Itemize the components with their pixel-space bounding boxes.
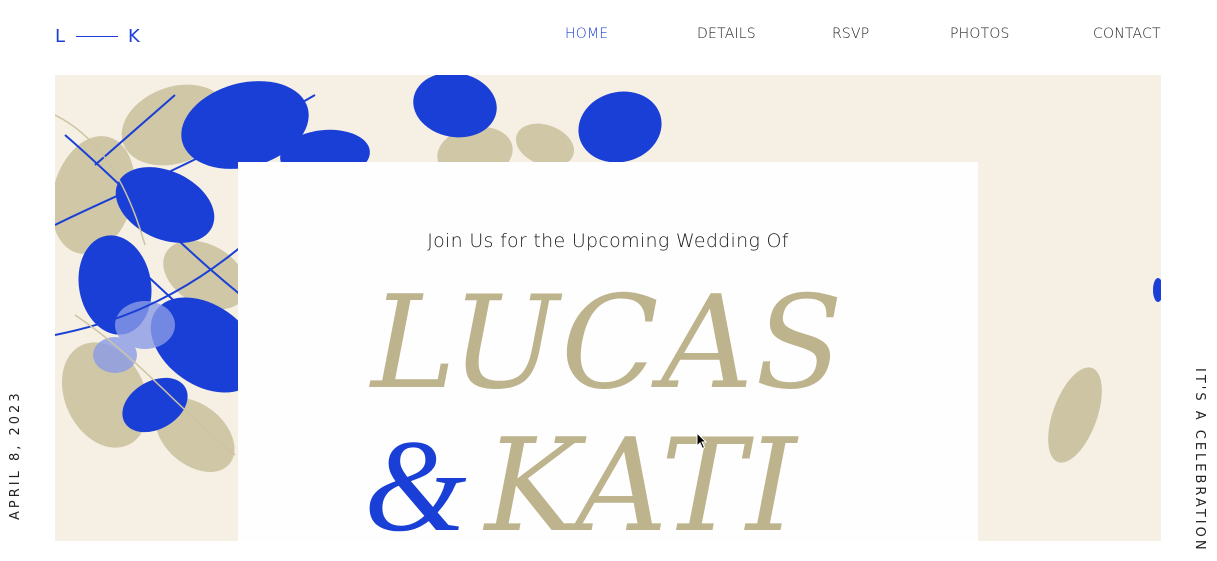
logo-initial-right: K bbox=[128, 25, 141, 47]
nav-link-rsvp[interactable]: RSVP bbox=[832, 26, 869, 42]
nav-link-details[interactable]: DETAILS bbox=[697, 26, 756, 42]
wedding-date-vertical: APRIL 8, 2023 bbox=[8, 390, 23, 520]
top-navigation-bar: L K HOME DETAILS RSVP PHOTOS CONTACT bbox=[0, 0, 1217, 75]
invitation-subtitle: Join Us for the Upcoming Wedding Of bbox=[427, 230, 789, 252]
nav-link-photos[interactable]: PHOTOS bbox=[950, 26, 1010, 42]
logo-divider-line bbox=[76, 35, 119, 37]
groom-name: LUCAS bbox=[371, 269, 845, 418]
mouse-cursor-icon bbox=[696, 432, 708, 450]
invitation-card: Join Us for the Upcoming Wedding Of LUCA… bbox=[238, 162, 978, 552]
logo-initial-left: L bbox=[55, 25, 67, 47]
nav-link-contact[interactable]: CONTACT bbox=[1093, 26, 1161, 42]
bride-name: KATI bbox=[484, 412, 797, 561]
celebration-tagline-vertical: IT'S A CELEBRATION bbox=[1192, 368, 1207, 553]
site-logo[interactable]: L K bbox=[55, 24, 141, 48]
ampersand-glyph: & bbox=[364, 412, 467, 559]
nav-link-home[interactable]: HOME bbox=[565, 26, 608, 42]
bride-name-line: & KATI bbox=[364, 420, 797, 552]
